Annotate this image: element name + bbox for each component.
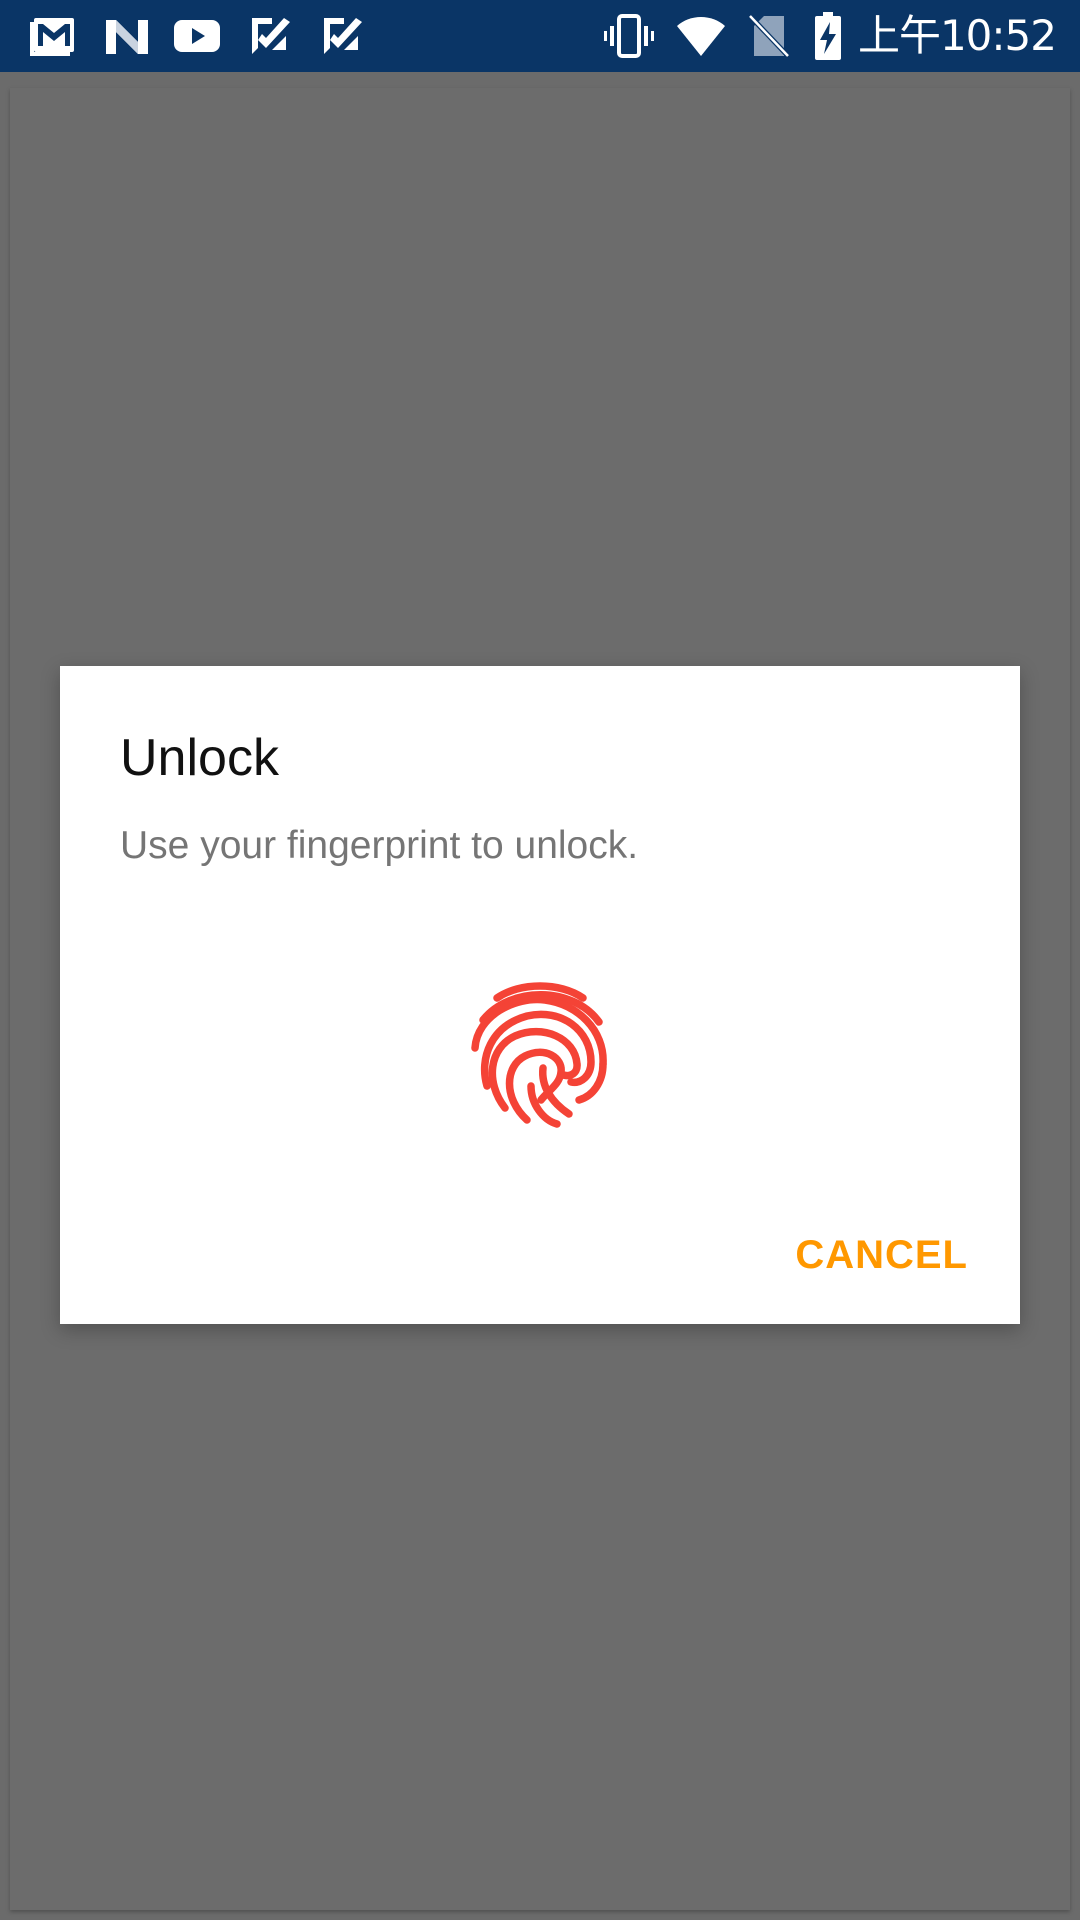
status-time: 上午10:52	[857, 11, 1057, 60]
dialog-actions: CANCEL	[795, 1225, 968, 1286]
dialog-title: Unlock	[120, 729, 279, 787]
n-app-icon	[102, 12, 152, 60]
fingerprint-icon	[465, 978, 615, 1128]
fingerprint-dialog: Unlock Use your fingerprint to unlock. C…	[60, 666, 1020, 1324]
check-task-icon	[246, 12, 296, 60]
cancel-button[interactable]: CANCEL	[795, 1225, 968, 1286]
no-sim-icon	[744, 12, 794, 60]
status-bar: 上午10:52	[0, 0, 1080, 72]
youtube-icon	[172, 12, 222, 60]
check-task-icon	[318, 12, 368, 60]
gmail-icon	[28, 12, 78, 60]
dialog-description: Use your fingerprint to unlock.	[120, 824, 639, 867]
battery-charging-icon	[806, 12, 850, 60]
wifi-icon	[676, 12, 726, 60]
vibrate-icon	[604, 12, 654, 60]
